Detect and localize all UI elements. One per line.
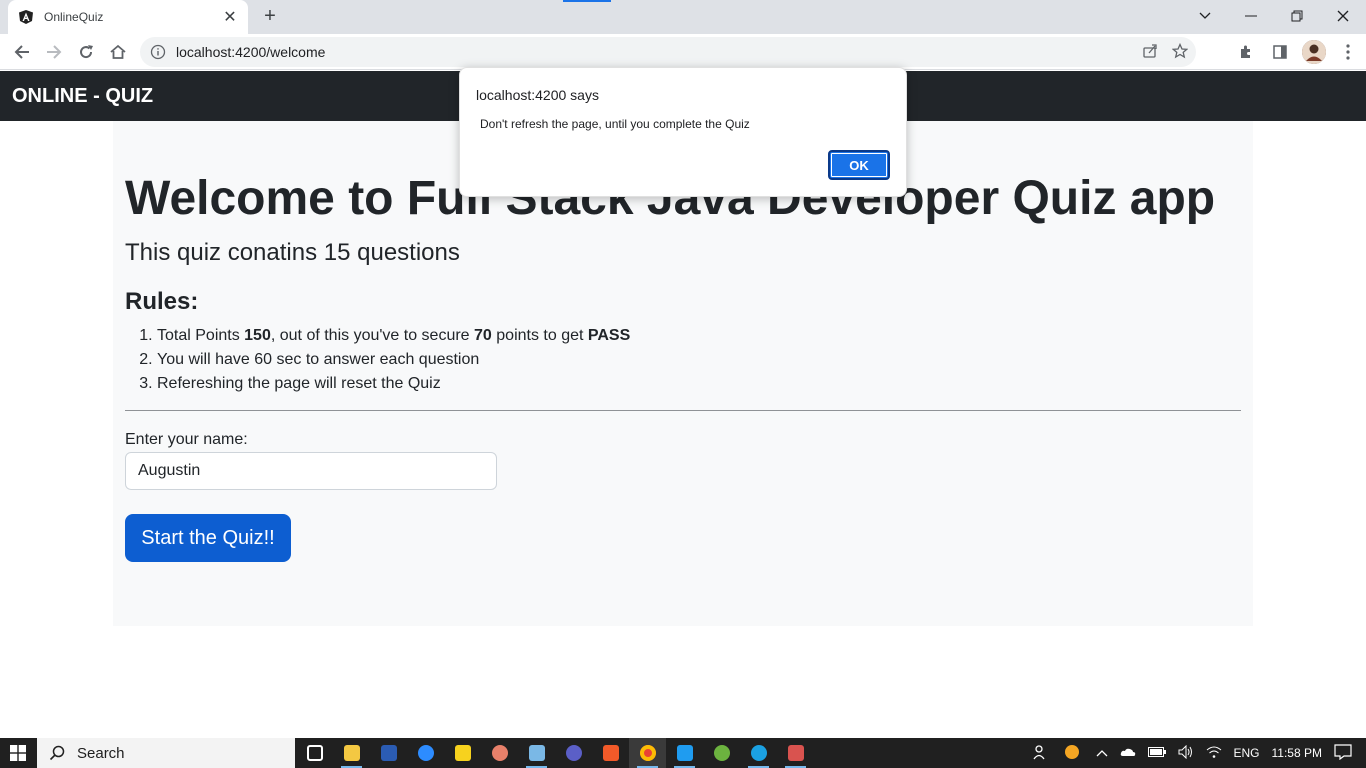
wifi-icon[interactable] — [1206, 745, 1222, 762]
browser-tab-strip: OnlineQuiz ✕ + — [0, 0, 1366, 34]
bookmark-star-icon[interactable] — [1172, 43, 1188, 59]
system-tray: ENG 11:58 PM — [1026, 738, 1366, 768]
extensions-icon[interactable] — [1234, 40, 1258, 64]
tab-close-icon[interactable]: ✕ — [222, 7, 238, 27]
restore-icon[interactable] — [1274, 0, 1320, 32]
dialog-title: localhost:4200 says — [476, 87, 599, 103]
share-icon[interactable] — [1142, 43, 1158, 59]
vscode-icon[interactable] — [666, 738, 703, 768]
name-input[interactable] — [125, 452, 497, 490]
browser-menu-icon[interactable] — [1336, 40, 1360, 64]
onedrive-icon[interactable] — [1120, 746, 1136, 760]
app-brand[interactable]: ONLINE - QUIZ — [12, 85, 153, 108]
windows-start-icon[interactable] — [0, 738, 36, 768]
site-info-icon[interactable] — [150, 44, 166, 60]
chevron-up-icon[interactable] — [1096, 746, 1108, 760]
url-text: localhost:4200/welcome — [176, 44, 326, 60]
language-indicator[interactable]: ENG — [1234, 746, 1260, 760]
word-icon[interactable] — [370, 738, 407, 768]
rules-list: Total Points 150, out of this you've to … — [157, 324, 630, 396]
address-bar[interactable]: localhost:4200/welcome — [140, 37, 1196, 67]
angular-icon — [19, 10, 33, 24]
file-explorer-icon[interactable] — [333, 738, 370, 768]
windows-taskbar: Search ENG 11:58 PM — [0, 738, 1366, 768]
side-panel-icon[interactable] — [1268, 40, 1292, 64]
task-view-icon[interactable] — [296, 738, 333, 768]
reload-icon[interactable] — [74, 40, 98, 64]
app-icon[interactable] — [481, 738, 518, 768]
weather-icon[interactable] — [1060, 744, 1084, 763]
tab-strip-accent — [563, 0, 611, 2]
divider — [125, 410, 1241, 411]
quiz-description: This quiz conatins 15 questions — [125, 239, 460, 266]
rule-item: Total Points 150, out of this you've to … — [157, 324, 630, 348]
sticky-notes-icon[interactable] — [444, 738, 481, 768]
back-icon[interactable] — [10, 40, 34, 64]
volume-icon[interactable] — [1178, 744, 1194, 762]
taskbar-apps — [296, 738, 814, 768]
browser-toolbar: localhost:4200/welcome — [0, 34, 1366, 70]
toolbar-right-icons — [1234, 40, 1360, 64]
app-icon[interactable] — [555, 738, 592, 768]
new-tab-button[interactable]: + — [258, 5, 282, 29]
tab-title: OnlineQuiz — [44, 10, 104, 24]
rules-heading: Rules: — [125, 288, 199, 315]
alert-dialog: localhost:4200 says Don't refresh the pa… — [459, 67, 907, 197]
search-label: Search — [77, 744, 125, 762]
chrome-icon[interactable] — [629, 738, 666, 768]
dialog-message: Don't refresh the page, until you comple… — [480, 117, 750, 131]
brave-icon[interactable] — [592, 738, 629, 768]
window-controls — [1182, 0, 1366, 34]
notepad-icon[interactable] — [518, 738, 555, 768]
spring-tools-icon[interactable] — [703, 738, 740, 768]
people-icon[interactable] — [1032, 744, 1048, 763]
name-label: Enter your name: — [125, 431, 248, 448]
close-window-icon[interactable] — [1320, 0, 1366, 32]
home-icon[interactable] — [106, 40, 130, 64]
tab-search-icon[interactable] — [1182, 0, 1228, 32]
profile-avatar[interactable] — [1302, 40, 1326, 64]
dialog-ok-button[interactable]: OK — [828, 150, 890, 180]
battery-icon[interactable] — [1147, 746, 1166, 760]
rule-item: Refereshing the page will reset the Quiz — [157, 372, 630, 396]
browser-tab[interactable]: OnlineQuiz ✕ — [8, 0, 248, 34]
forward-icon[interactable] — [42, 40, 66, 64]
zoom-icon[interactable] — [407, 738, 444, 768]
rule-item: You will have 60 sec to answer each ques… — [157, 348, 630, 372]
start-quiz-button[interactable]: Start the Quiz!! — [125, 514, 291, 562]
minimize-icon[interactable] — [1228, 0, 1274, 32]
app-icon[interactable] — [777, 738, 814, 768]
search-icon — [49, 745, 65, 761]
edge-icon[interactable] — [740, 738, 777, 768]
taskbar-search[interactable]: Search — [37, 738, 295, 768]
notification-icon[interactable] — [1334, 743, 1352, 763]
clock[interactable]: 11:58 PM — [1272, 746, 1322, 760]
